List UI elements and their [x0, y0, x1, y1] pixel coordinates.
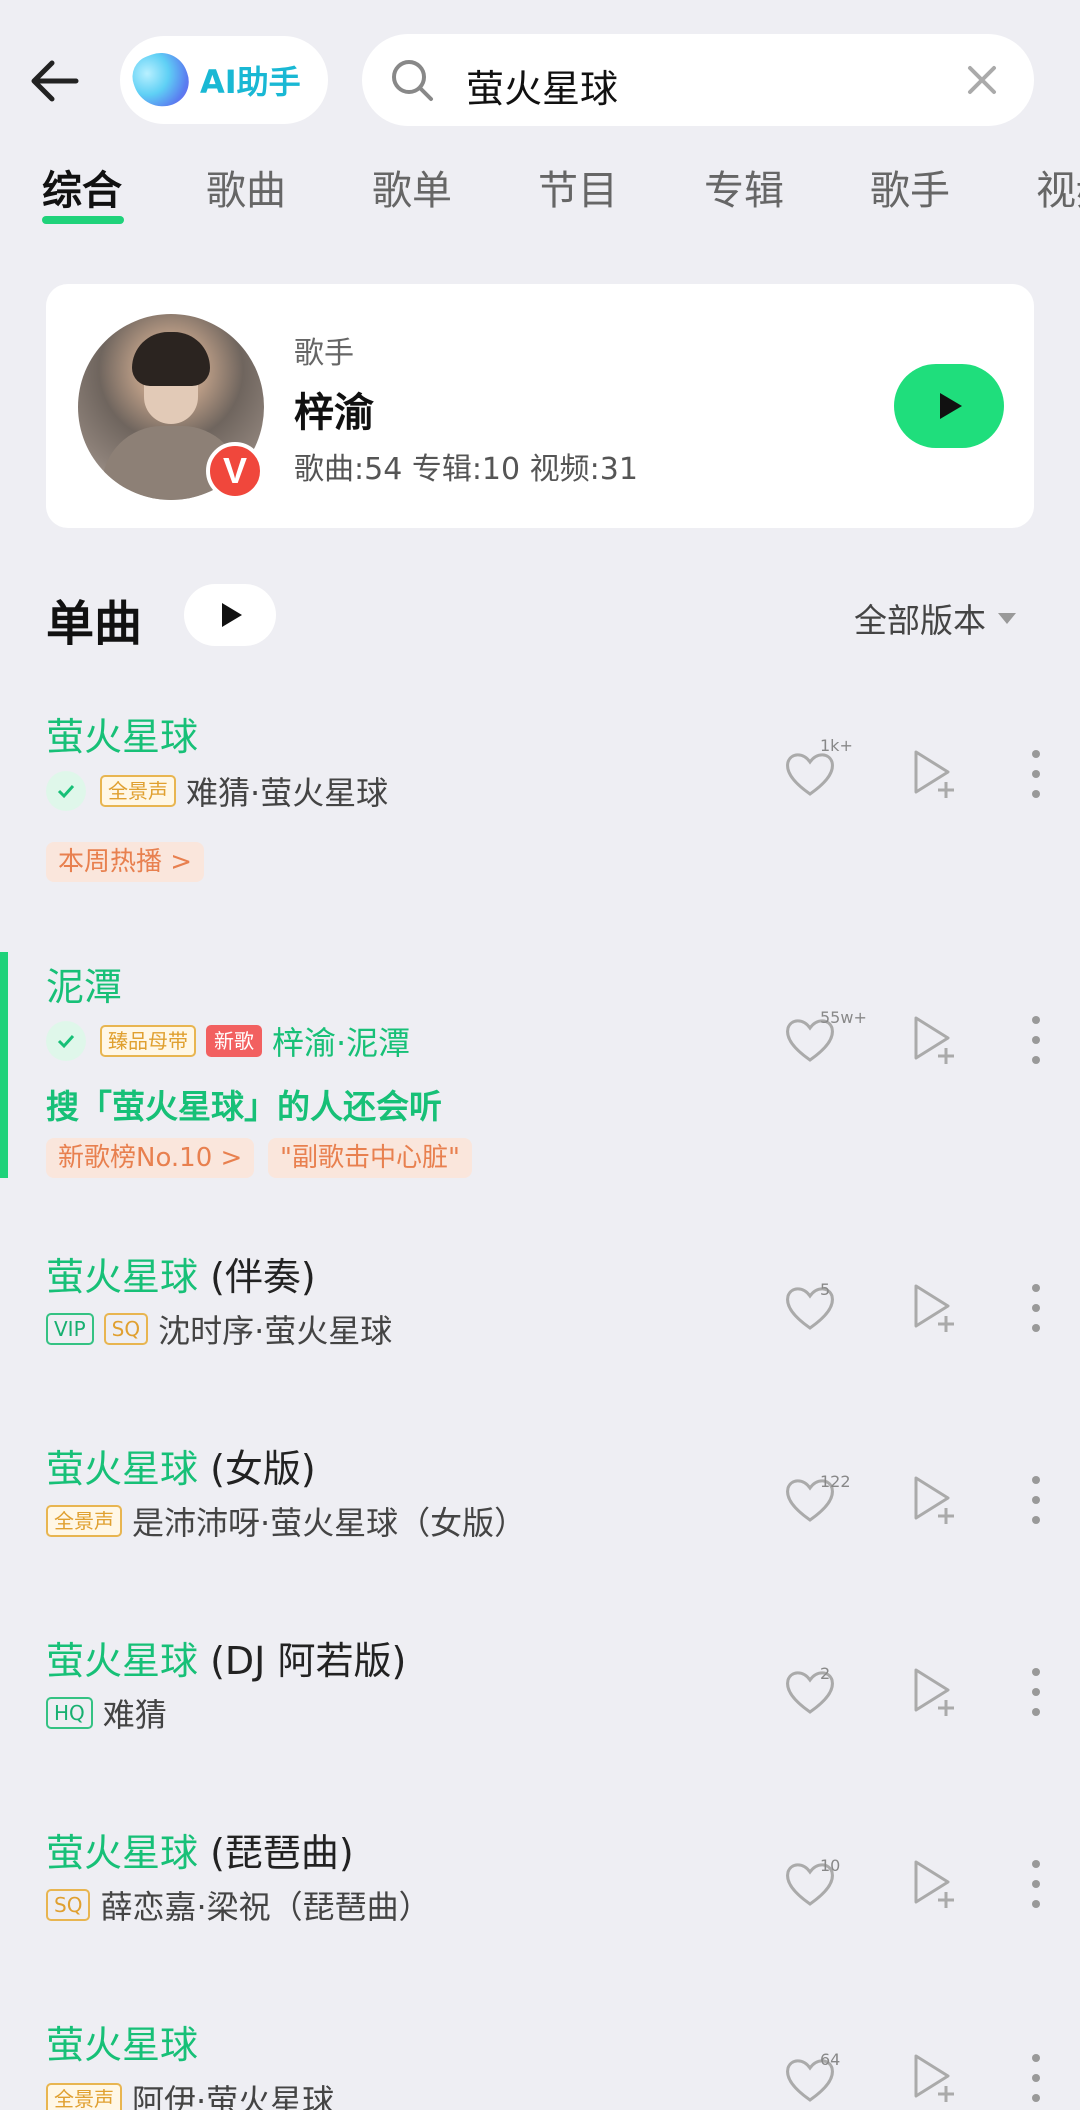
play-all-button[interactable] [184, 584, 276, 646]
play-icon [940, 393, 962, 419]
quality-tag: 全景声 [46, 1505, 122, 1537]
artist-name: 梓渝 [294, 390, 374, 436]
like-count: 5 [820, 1280, 831, 1299]
song-meta: HQ 难猜 [46, 1690, 167, 1736]
song-title: 萤火星球 (琵琶曲) [46, 1831, 354, 1875]
add-to-playlist-icon[interactable] [908, 2050, 964, 2106]
chart-chip[interactable]: 新歌榜No.10 > [46, 1138, 255, 1178]
like-count: 55w+ [820, 1008, 867, 1027]
song-artist-album: 难猜 [102, 1696, 167, 1734]
ai-assistant-button[interactable]: AI助手 [120, 36, 328, 124]
song-row[interactable]: 萤火星球 全景声 难猜·萤火星球 本周热播 > 1k+ [0, 700, 1080, 900]
add-to-playlist-icon[interactable] [908, 1012, 964, 1068]
song-title: 萤火星球 [46, 2023, 199, 2067]
hot-chip[interactable]: 本周热播 > [46, 842, 205, 882]
check-icon [46, 771, 86, 811]
song-artist-album: 是沛沛呀·萤火星球（女版） [132, 1504, 527, 1542]
song-artist-album: 阿伊·萤火星球 [132, 2082, 335, 2110]
tab-all[interactable]: 综合 [42, 158, 122, 216]
quality-tag: 全景声 [100, 775, 176, 807]
song-row[interactable]: 泥潭 臻品母带 新歌 梓渝·泥潭 搜「萤火星球」的人还会听 新歌榜No.10 >… [0, 950, 1080, 1180]
tab-artists[interactable]: 歌手 [870, 158, 950, 216]
check-icon [46, 1021, 86, 1061]
verified-badge: V [206, 442, 264, 500]
version-filter-dropdown[interactable]: 全部版本 [854, 594, 1016, 642]
quality-tag: SQ [103, 1313, 149, 1345]
new-song-tag: 新歌 [206, 1025, 262, 1057]
song-title: 萤火星球 (DJ 阿若版) [46, 1639, 407, 1683]
song-row[interactable]: 萤火星球 (琵琶曲) SQ 薛恋嘉·梁祝（琵琶曲） 10 [0, 1822, 1080, 1952]
more-vertical-icon[interactable] [1024, 1012, 1048, 1068]
tab-videos[interactable]: 视频 [1036, 158, 1080, 216]
song-row[interactable]: 萤火星球 (DJ 阿若版) HQ 难猜 2 [0, 1630, 1080, 1760]
song-title: 萤火星球 (伴奏) [46, 1255, 316, 1299]
artist-play-button[interactable] [894, 364, 1004, 448]
song-title: 萤火星球 [46, 715, 199, 759]
play-icon [222, 603, 242, 627]
like-count: 10 [820, 1856, 841, 1875]
add-to-playlist-icon[interactable] [908, 1472, 964, 1528]
song-row[interactable]: 萤火星球 (女版) 全景声 是沛沛呀·萤火星球（女版） 122 [0, 1438, 1080, 1568]
song-row[interactable]: 萤火星球 全景声 阿伊·萤火星球 64 [0, 2014, 1080, 2110]
tab-songs[interactable]: 歌曲 [206, 158, 286, 216]
like-count: 2 [820, 1664, 831, 1683]
add-to-playlist-icon[interactable] [908, 1664, 964, 1720]
vip-tag: VIP [46, 1313, 94, 1345]
song-artist-album: 梓渝·泥潭 [272, 1024, 411, 1062]
close-icon[interactable] [958, 56, 1006, 104]
search-icon [388, 56, 436, 104]
more-vertical-icon[interactable] [1024, 1472, 1048, 1528]
add-to-playlist-icon[interactable] [908, 746, 964, 802]
version-filter-label: 全部版本 [854, 601, 986, 640]
ai-orb-icon [126, 45, 196, 115]
quality-tag: HQ [46, 1697, 93, 1729]
top-bar: AI助手 萤火星球 [0, 0, 1080, 160]
song-meta: VIP SQ 沈时序·萤火星球 [46, 1306, 392, 1352]
song-meta: 全景声 难猜·萤火星球 [46, 768, 388, 814]
singles-section-title: 单曲 [46, 596, 143, 652]
song-meta: 臻品母带 新歌 梓渝·泥潭 [46, 1018, 410, 1064]
like-count: 122 [820, 1472, 851, 1491]
song-artist-album: 沈时序·萤火星球 [158, 1312, 393, 1350]
add-to-playlist-icon[interactable] [908, 1856, 964, 1912]
quality-tag: 臻品母带 [100, 1025, 196, 1057]
heart-icon[interactable] [780, 1662, 840, 1722]
active-tab-indicator [42, 216, 124, 224]
artist-stats: 歌曲:54 专辑:10 视频:31 [294, 452, 638, 487]
song-meta: SQ 薛恋嘉·梁祝（琵琶曲） [46, 1882, 431, 1928]
heart-icon[interactable] [780, 1278, 840, 1338]
more-vertical-icon[interactable] [1024, 1280, 1048, 1336]
quality-tag: SQ [46, 1889, 91, 1921]
song-artist-album: 难猜·萤火星球 [186, 774, 389, 812]
tab-programs[interactable]: 节目 [538, 158, 618, 216]
like-count: 64 [820, 2050, 841, 2069]
artist-type-label: 歌手 [294, 336, 354, 371]
search-input[interactable]: 萤火星球 [362, 34, 1034, 126]
comment-chip[interactable]: "副歌击中心脏" [268, 1138, 472, 1178]
more-vertical-icon[interactable] [1024, 1664, 1048, 1720]
song-title: 萤火星球 (女版) [46, 1447, 316, 1491]
chevron-down-icon [998, 612, 1016, 624]
search-query: 萤火星球 [466, 67, 619, 111]
add-to-playlist-icon[interactable] [908, 1280, 964, 1336]
song-meta: 全景声 是沛沛呀·萤火星球（女版） [46, 1498, 526, 1544]
category-tabs: 综合 歌曲 歌单 节目 专辑 歌手 视频 [0, 150, 1080, 230]
more-vertical-icon[interactable] [1024, 746, 1048, 802]
tab-albums[interactable]: 专辑 [704, 158, 784, 216]
song-meta: 全景声 阿伊·萤火星球 [46, 2076, 334, 2110]
like-count: 1k+ [820, 736, 853, 755]
song-title: 泥潭 [46, 965, 123, 1009]
ai-assistant-label: AI助手 [200, 63, 301, 101]
song-row[interactable]: 萤火星球 (伴奏) VIP SQ 沈时序·萤火星球 5 [0, 1246, 1080, 1376]
artist-card[interactable]: V 歌手 梓渝 歌曲:54 专辑:10 视频:31 [46, 284, 1034, 528]
more-vertical-icon[interactable] [1024, 1856, 1048, 1912]
tab-playlists[interactable]: 歌单 [372, 158, 452, 216]
back-arrow-icon[interactable] [26, 50, 88, 112]
song-artist-album: 薛恋嘉·梁祝（琵琶曲） [100, 1888, 431, 1926]
also-listen-label: 搜「萤火星球」的人还会听 [46, 1087, 442, 1126]
more-vertical-icon[interactable] [1024, 2050, 1048, 2106]
quality-tag: 全景声 [46, 2083, 122, 2110]
